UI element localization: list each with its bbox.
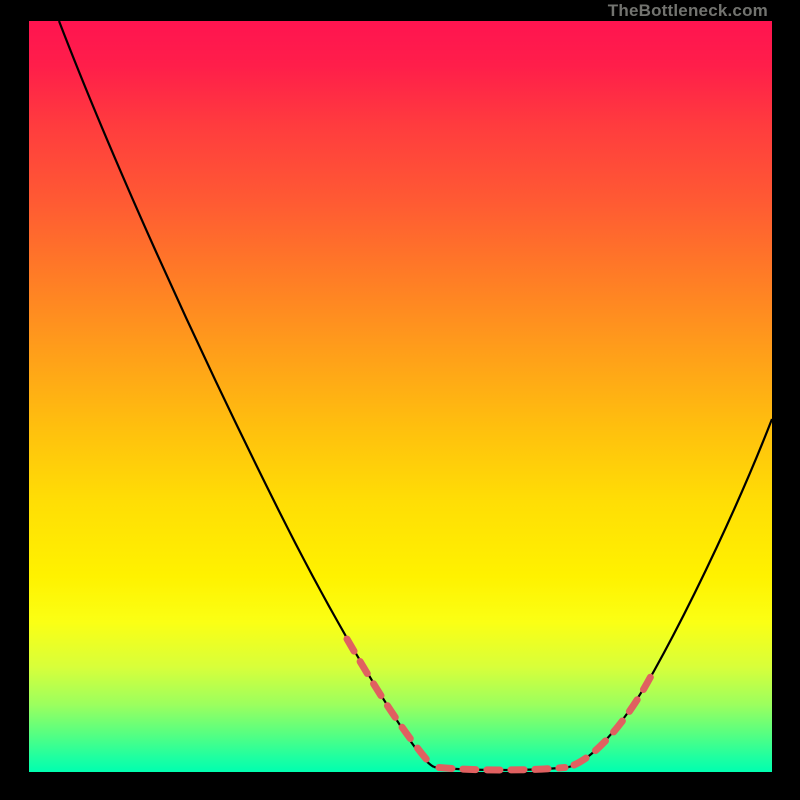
curve-layer bbox=[29, 21, 772, 772]
plot-area bbox=[29, 21, 772, 772]
highlight-right-dashes bbox=[574, 676, 651, 765]
watermark-text: TheBottleneck.com bbox=[608, 0, 772, 21]
curve-right-branch bbox=[569, 419, 772, 767]
curve-left-branch bbox=[59, 21, 434, 767]
chart-frame: TheBottleneck.com bbox=[29, 0, 772, 772]
